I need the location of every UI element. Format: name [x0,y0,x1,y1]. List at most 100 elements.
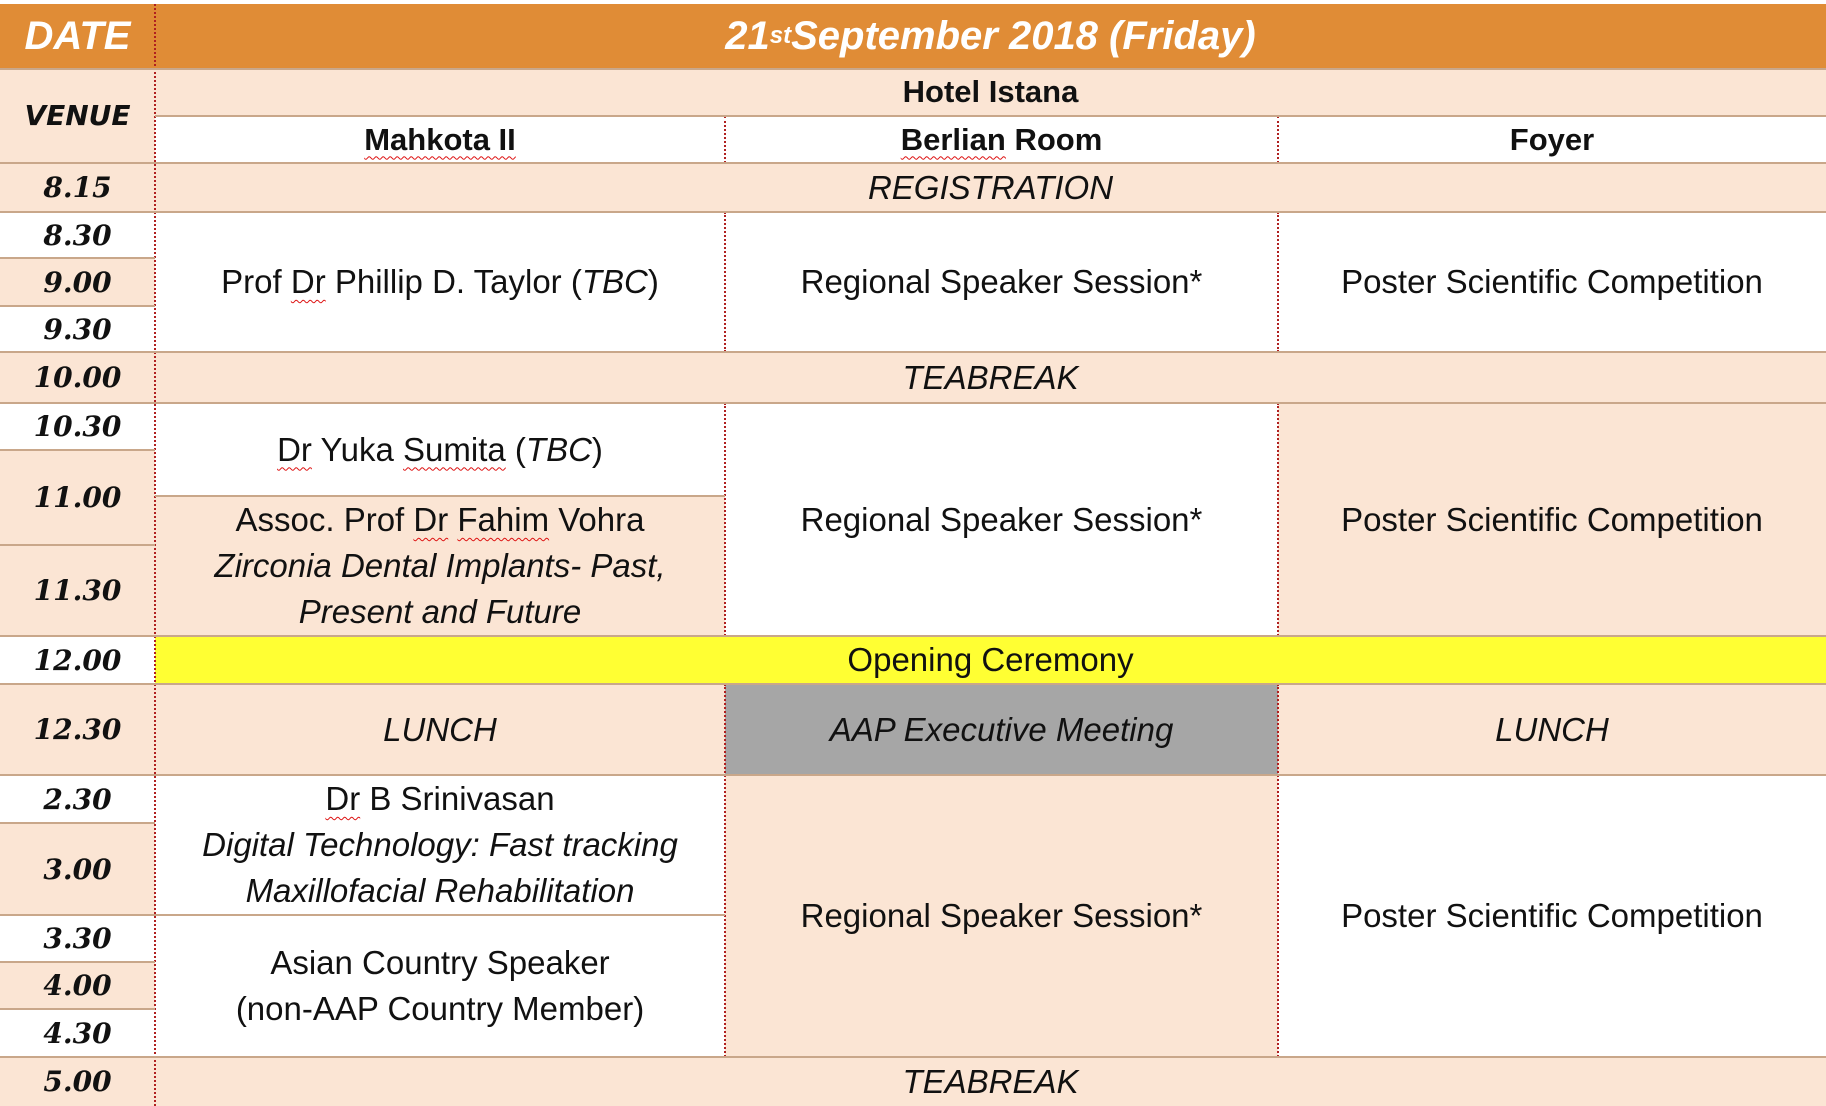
divider-col-2 [1277,684,1279,1057]
time-slot: 8.30 [0,212,155,258]
session-sumita: Dr Yuka Sumita (TBC) [155,403,725,496]
time-slot: 12.30 [0,684,155,775]
date-heading: 21st September 2018 (Friday) [155,4,1826,68]
vohra-topic-line2: Present and Future [298,593,582,630]
vohra-topic-line1: Zirconia Dental Implants- Past, [214,547,666,584]
session-regional-2: Regional Speaker Session* [725,403,1278,636]
time-slot: 8.15 [0,163,155,212]
row-line [0,211,1826,213]
vohra-title: Assoc. Prof [235,501,414,538]
sumita-surname: Sumita [403,430,506,468]
session-srinivasan: Dr B Srinivasan Digital Technology: Fast… [155,775,725,915]
time-slot: 4.00 [0,962,155,1009]
time-slot: 9.30 [0,306,155,352]
row-line [0,305,155,307]
lunch-mahkota: LUNCH [155,684,725,775]
sumita-dr: Dr [277,430,312,468]
divider-col-1 [724,403,726,636]
session-asian-speaker: Asian Country Speaker (non-AAP Country M… [155,915,725,1057]
room-mahkota-label: Mahkota II [364,121,516,157]
row-line [0,402,1826,404]
date-suffix: st [769,22,792,49]
room-foyer: Foyer [1278,116,1826,163]
row-line [0,822,155,824]
session-regional-1: Regional Speaker Session* [725,212,1278,352]
divider-col-2 [1277,212,1279,352]
date-rest: September 2018 (Friday) [791,13,1256,58]
vohra-surname: Vohra [549,501,645,538]
row-line [0,914,725,916]
srinivasan-topic-line1: Digital Technology: Fast tracking [202,826,678,863]
row-line [0,683,1826,685]
sumita-open: ( [505,430,526,468]
divider-col-1 [724,116,726,163]
asian-line2: (non-AAP Country Member) [235,990,645,1027]
taylor-name: Phillip D. Taylor ( [325,263,582,300]
taylor-tbc: TBC [581,263,648,300]
room-berlian: Berlian Room [725,116,1278,163]
srinivasan-name: B Srinivasan [360,780,555,817]
vohra-space [448,501,457,538]
sumita-first: Yuka [311,430,404,468]
divider-col-2 [1277,403,1279,636]
row-line [155,115,1826,117]
vohra-firstname: Fahim [457,501,550,538]
session-regional-3: Regional Speaker Session* [725,775,1278,1057]
vohra-speaker: Assoc. Prof Dr Fahim Vohra [236,497,645,543]
asian-line1: Asian Country Speaker [270,944,610,981]
vohra-dr: Dr [413,501,449,538]
row-line [0,162,1826,164]
room-mahkota: Mahkota II [155,116,725,163]
room-berlian-word: Berlian [900,121,1006,157]
row-line [0,635,1826,637]
time-slot: 3.00 [0,823,155,915]
divider-col-2 [1277,116,1279,163]
row-line [0,774,1826,776]
session-poster-3: Poster Scientific Competition [1278,775,1826,1057]
room-berlian-rest: Room [1005,121,1103,157]
time-slot: 11.30 [0,545,155,636]
row-line [0,1056,1826,1058]
row-line [0,1008,155,1010]
divider-time-column [154,4,156,1106]
time-slot: 2.30 [0,775,155,823]
registration-row: REGISTRATION [155,163,1826,212]
row-line [0,351,1826,353]
time-slot: 9.00 [0,258,155,306]
lunch-foyer: LUNCH [1278,684,1826,775]
sumita-tbc: TBC [525,430,592,468]
row-line [0,449,155,451]
opening-ceremony-row: Opening Ceremony [155,636,1826,684]
time-slot: 5.00 [0,1057,155,1106]
divider-col-1 [724,212,726,352]
time-slot: 11.00 [0,450,155,545]
session-vohra: Assoc. Prof Dr Fahim Vohra Zirconia Dent… [155,496,725,636]
divider-col-1 [724,684,726,1057]
taylor-close: ) [647,263,659,300]
srinivasan-dr: Dr [325,780,361,817]
taylor-title: Prof [221,263,291,300]
hotel-name: Hotel Istana [155,68,1826,116]
session-poster-1: Poster Scientific Competition [1278,212,1826,352]
teabreak-row-1: TEABREAK [155,352,1826,403]
date-label: DATE [0,4,155,68]
session-taylor: Prof Dr Phillip D. Taylor (TBC) [155,212,725,352]
time-slot: 4.30 [0,1009,155,1057]
session-poster-2: Poster Scientific Competition [1278,403,1826,636]
row-line [0,68,1826,70]
venue-label: VENUE [0,68,155,163]
time-slot: 3.30 [0,915,155,962]
sumita-close: ) [591,430,603,468]
taylor-dr: Dr [290,263,326,300]
row-line [0,544,155,546]
row-line [155,495,725,497]
srinivasan-topic-line2: Maxillofacial Rehabilitation [245,872,635,909]
time-slot: 10.00 [0,352,155,403]
aap-executive-meeting: AAP Executive Meeting [725,684,1278,775]
teabreak-row-2: TEABREAK [155,1057,1826,1106]
srinivasan-speaker: Dr B Srinivasan [325,776,554,822]
date-day: 21 [725,13,770,58]
row-line [0,257,155,259]
time-slot: 12.00 [0,636,155,684]
row-line [0,961,155,963]
